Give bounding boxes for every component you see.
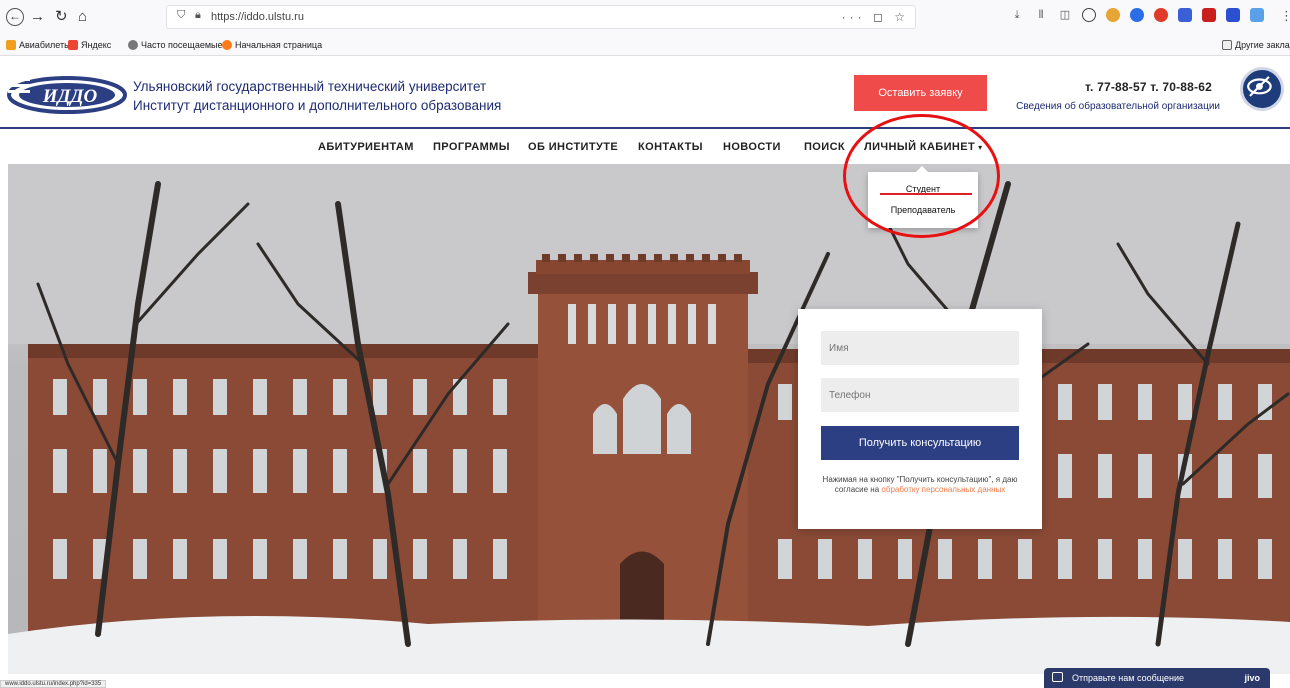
address-bar[interactable]: ⛉ 🔒︎ https://iddo.ulstu.ru ··· ◻ ☆ <box>166 5 916 29</box>
nav-item-search[interactable]: ПОИСК <box>804 141 845 153</box>
page-actions-icon[interactable]: ··· ◻ ☆ <box>842 10 909 24</box>
extension-icon[interactable] <box>1106 8 1120 22</box>
name-input[interactable] <box>821 331 1019 365</box>
extension-icons: ⤓ ⫴ ◫ <box>1010 8 1264 22</box>
org-info-link[interactable]: Сведения об образовательной организации <box>1016 101 1220 112</box>
home-icon[interactable]: ⌂ <box>78 8 87 26</box>
download-icon[interactable]: ⤓ <box>1010 8 1024 22</box>
extension-icon[interactable] <box>1082 8 1096 22</box>
chat-label: Отправьте нам сообщение <box>1072 673 1185 683</box>
site-header: ИДДО Ульяновский государственный техниче… <box>0 57 1290 129</box>
firefox-icon <box>222 40 232 50</box>
logo-text: ИДДО <box>42 86 98 107</box>
bookmark-item[interactable]: Часто посещаемые <box>128 40 223 50</box>
phone-numbers: т. 77-88-57 т. 70-88-62 <box>1085 80 1212 94</box>
folder-icon <box>1222 40 1232 50</box>
nav-item-about[interactable]: ОБ ИНСТИТУТЕ <box>528 141 618 153</box>
nav-item-applicants[interactable]: АБИТУРИЕНТАМ <box>318 141 414 153</box>
bookmark-label: Авиабилеты <box>19 40 71 50</box>
bookmarks-bar: Авиабилеты Яндекс Часто посещаемые Начал… <box>0 34 1290 56</box>
back-arrow-icon[interactable]: ← <box>6 8 24 26</box>
extension-icon[interactable] <box>1178 8 1192 22</box>
extension-icon[interactable] <box>1154 8 1168 22</box>
yandex-icon <box>68 40 78 50</box>
privacy-policy-link[interactable]: обработку персональных данных <box>881 485 1005 494</box>
bookmark-item[interactable]: Авиабилеты <box>6 40 71 50</box>
status-bar-url: www.iddo.ulstu.ru/index.php?id=335 <box>0 680 107 688</box>
bookmark-label: Яндекс <box>81 40 112 50</box>
library-icon[interactable]: ⫴ <box>1034 8 1048 22</box>
plane-icon <box>6 40 16 50</box>
extension-icon[interactable] <box>1226 8 1240 22</box>
org-title-line1: Ульяновский государственный технический … <box>133 79 487 94</box>
bookmark-label: Другие заклад <box>1235 40 1290 50</box>
org-title-line2: Институт дистанционного и дополнительног… <box>133 98 502 113</box>
nav-item-news[interactable]: НОВОСТИ <box>723 141 781 153</box>
campus-building-illustration <box>8 164 1290 674</box>
submit-request-button[interactable]: Оставить заявку <box>854 75 987 111</box>
lock-icon: 🔒︎ <box>195 9 201 21</box>
message-icon <box>1052 672 1063 682</box>
bookmark-item[interactable]: Начальная страница <box>222 40 322 50</box>
hamburger-menu-icon[interactable] <box>8 75 38 99</box>
chat-brand: jivo <box>1244 673 1260 683</box>
annotation-circle <box>843 114 1000 238</box>
hero-image <box>8 164 1290 674</box>
forward-arrow-icon[interactable]: → <box>30 8 45 26</box>
bookmark-item[interactable]: Яндекс <box>68 40 111 50</box>
bookmark-label: Часто посещаемые <box>141 40 223 50</box>
main-nav: АБИТУРИЕНТАМ ПРОГРАММЫ ОБ ИНСТИТУТЕ КОНТ… <box>0 131 1290 164</box>
browser-menu-icon[interactable]: ⋮ <box>1280 8 1290 24</box>
consent-text: Нажимая на кнопку "Получить консультацию… <box>818 475 1022 495</box>
nav-item-contacts[interactable]: КОНТАКТЫ <box>638 141 703 153</box>
sidebar-icon[interactable]: ◫ <box>1058 8 1072 22</box>
browser-toolbar: ← → ↻ ⌂ ⛉ 🔒︎ https://iddo.ulstu.ru ··· ◻… <box>0 0 1290 34</box>
org-title: Ульяновский государственный технический … <box>133 77 501 115</box>
url-text[interactable]: https://iddo.ulstu.ru <box>211 11 304 23</box>
nav-item-programs[interactable]: ПРОГРАММЫ <box>433 141 510 153</box>
gear-icon <box>128 40 138 50</box>
consultation-form: Получить консультацию Нажимая на кнопку … <box>798 309 1042 529</box>
bookmark-label: Начальная страница <box>235 40 323 50</box>
get-consultation-button[interactable]: Получить консультацию <box>821 426 1019 460</box>
shield-icon: ⛉ <box>177 9 186 21</box>
other-bookmarks[interactable]: Другие заклад <box>1222 40 1290 50</box>
reload-icon[interactable]: ↻ <box>55 8 68 26</box>
chat-widget[interactable]: Отправьте нам сообщение jivo <box>1044 668 1270 688</box>
extension-icon[interactable] <box>1250 8 1264 22</box>
accessibility-eye-icon[interactable] <box>1240 67 1284 111</box>
extension-icon[interactable] <box>1202 8 1216 22</box>
phone-input[interactable] <box>821 378 1019 412</box>
extension-icon[interactable] <box>1130 8 1144 22</box>
